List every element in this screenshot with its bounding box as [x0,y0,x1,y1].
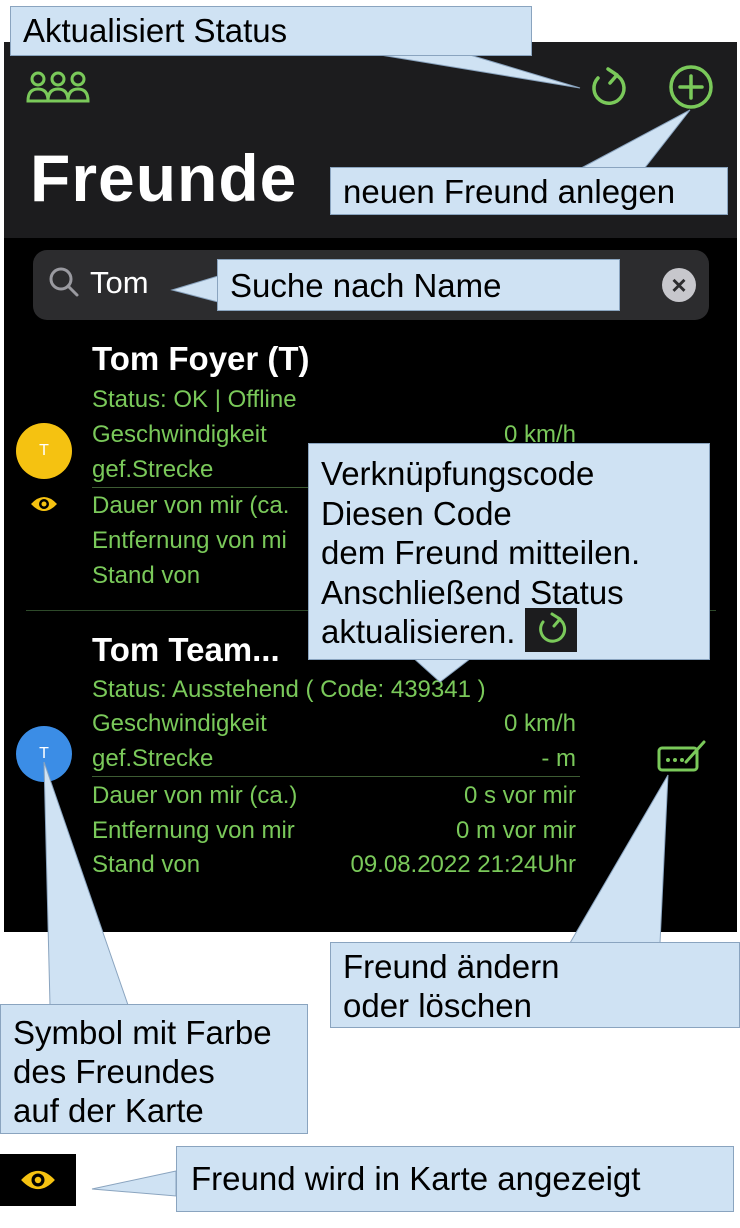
row-divider [92,776,580,777]
row-speed: Geschwindigkeit 0 km/h [92,710,576,740]
callout-line: dem Freund mitteilen. [321,534,641,571]
avatar: T [16,423,72,479]
row-range: Entfernung von mir 0 m vor mir [92,817,576,847]
row-label: Dauer von mir (ca.) [92,782,298,809]
row-distance: gef.Strecke - m [92,745,576,775]
row-label: gef.Strecke [92,745,214,772]
callout-line: Diesen Code [321,494,512,532]
callout-edit-friend: Freund ändern oder löschen [330,942,740,1028]
friend-status: Status: Ausstehend ( Code: 439341 ) [92,676,486,703]
row-value: 09.08.2022 21:24Uhr [350,851,576,878]
avatar: T [16,726,72,782]
callout-refresh: Aktualisiert Status [10,6,532,56]
callout-line: oder löschen [343,987,532,1024]
row-label: Geschwindigkeit [92,421,267,448]
callout-line: Anschließend Status [321,573,624,611]
row-value: 0 m vor mir [456,817,576,844]
callout-line: Freund ändern [343,948,560,985]
row-divider [92,487,312,488]
callout-line: Verknüpfungscode [321,455,595,492]
people-group-icon[interactable] [26,70,90,104]
callout-text: aktualisieren. [321,613,516,650]
refresh-icon[interactable] [586,66,630,110]
row-value: 0 km/h [503,710,576,737]
avatar-initial: T [39,745,49,762]
friend-name[interactable]: Tom Team... [92,631,280,669]
callout-line: Symbol mit Farbe [13,1014,272,1051]
row-label: gef.Strecke [92,456,214,483]
search-input[interactable]: Tom [90,265,149,301]
search-icon [49,267,79,297]
page-title: Freunde [30,141,298,215]
eye-legend-box [0,1154,76,1206]
row-timestamp: Stand von 09.08.2022 21:24Uhr [92,851,576,881]
callout-line: auf der Karte [13,1092,204,1129]
eye-icon [21,1170,55,1190]
row-value: - m [541,745,576,772]
callout-symbol: Symbol mit Farbe des Freundes auf der Ka… [0,1004,308,1134]
row-duration: Dauer von mir (ca.) 0 s vor mir [92,782,576,812]
edit-icon[interactable] [656,738,708,774]
callout-line: des Freundes [13,1053,215,1090]
callout-link-code: Verknüpfungscode Diesen Code dem Freund … [308,443,710,660]
row-label: Geschwindigkeit [92,710,267,737]
callout-line: aktualisieren. [321,608,697,656]
row-label: Entfernung von mi [92,527,287,554]
friend-name[interactable]: Tom Foyer (T) [92,340,310,378]
eye-icon [31,497,57,511]
callout-visible-on-map: Freund wird in Karte angezeigt [176,1146,734,1212]
avatar-initial: T [39,442,49,459]
row-label: Dauer von mir (ca. [92,492,290,519]
friend-status: Status: OK | Offline [92,386,297,413]
refresh-icon [524,608,577,653]
callout-add-friend: neuen Freund anlegen [330,167,728,215]
row-value: 0 s vor mir [463,782,576,809]
row-label: Stand von [92,851,201,878]
clear-icon[interactable]: × [662,268,696,302]
row-label: Entfernung von mir [92,817,295,844]
row-label: Stand von [92,562,201,589]
callout-search: Suche nach Name [217,259,620,311]
add-circle-icon[interactable] [668,64,714,110]
